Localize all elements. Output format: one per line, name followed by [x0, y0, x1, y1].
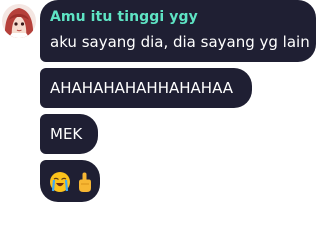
middle-finger-icon — [79, 172, 92, 192]
message-text: MEK — [50, 125, 83, 143]
message-text: AHAHAHAHAHHAHAHAA — [50, 79, 234, 97]
avatar-image — [2, 4, 36, 38]
sender-name[interactable]: Amu itu tinggi ygy — [50, 8, 306, 26]
message-text: aku sayang dia, dia sayang yg lain — [50, 33, 310, 51]
message-bubble[interactable]: AHAHAHAHAHHAHAHAA — [40, 68, 252, 108]
loudly-crying-face-icon — [50, 171, 70, 192]
chat-thread: Amu itu tinggi ygy aku sayang dia, dia s… — [0, 0, 320, 252]
avatar[interactable] — [2, 4, 36, 38]
message-bubble[interactable]: MEK — [40, 114, 98, 154]
message-bubble[interactable]: Amu itu tinggi ygy aku sayang dia, dia s… — [40, 0, 316, 62]
message-bubble[interactable] — [40, 160, 100, 202]
